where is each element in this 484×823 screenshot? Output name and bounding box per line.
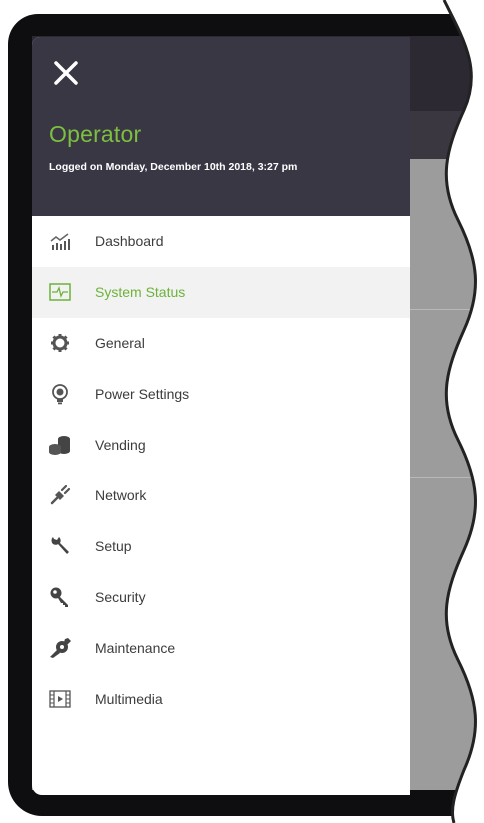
menu-item-security[interactable]: Security <box>32 572 410 623</box>
menu-label: Vending <box>95 436 146 453</box>
menu-label: Security <box>95 588 146 605</box>
login-info: Logged on Monday, December 10th 2018, 3:… <box>49 161 298 173</box>
plug-icon <box>48 483 72 507</box>
menu-item-vending[interactable]: Vending <box>32 419 410 470</box>
menu-label: General <box>95 334 145 351</box>
menu-label: Multimedia <box>95 690 163 707</box>
menu-item-dashboard[interactable]: Dashboard <box>32 216 410 267</box>
menu-label: Maintenance <box>95 639 176 656</box>
close-icon <box>54 61 78 85</box>
film-icon <box>48 687 72 711</box>
menu-item-power-settings[interactable]: Power Settings <box>32 368 410 419</box>
menu-list: Dashboard System Status General Power Se… <box>32 216 410 724</box>
navigation-drawer: Operator Logged on Monday, December 10th… <box>32 37 410 795</box>
menu-label: Network <box>95 487 147 504</box>
menu-item-maintenance[interactable]: Maintenance <box>32 622 410 673</box>
menu-item-setup[interactable]: Setup <box>32 521 410 572</box>
gear-icon <box>48 331 72 355</box>
torn-paper-edge <box>442 0 484 823</box>
tools-icon <box>48 636 72 660</box>
menu-label: Setup <box>95 538 132 555</box>
menu-item-multimedia[interactable]: Multimedia <box>32 673 410 724</box>
pulse-icon <box>48 280 72 304</box>
wrench-icon <box>48 534 72 558</box>
bulb-icon <box>48 382 72 406</box>
menu-item-system-status[interactable]: System Status <box>32 266 410 318</box>
coins-icon <box>48 433 72 457</box>
menu-item-network[interactable]: Network <box>32 470 410 521</box>
user-name: Operator <box>49 121 142 147</box>
key-icon <box>48 585 72 609</box>
menu-label: System Status <box>95 284 186 301</box>
menu-label: Power Settings <box>95 385 190 402</box>
chart-icon <box>48 229 72 253</box>
menu-label: Dashboard <box>95 233 164 250</box>
menu-item-general[interactable]: General <box>32 318 410 369</box>
close-button[interactable] <box>50 57 82 89</box>
drawer-header: Operator Logged on Monday, December 10th… <box>32 37 410 216</box>
